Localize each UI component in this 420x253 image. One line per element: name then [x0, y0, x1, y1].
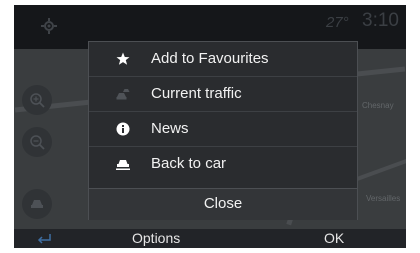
car-icon	[116, 160, 130, 170]
temperature-readout: 27°	[326, 14, 349, 31]
clock: 3:10	[362, 10, 399, 31]
menu-item-label: News	[151, 120, 189, 137]
star-icon	[116, 52, 130, 65]
info-icon	[116, 122, 130, 136]
nav-screen: 27° 3:10 Chesnay Versailles Options OK A…	[14, 5, 406, 248]
options-softkey[interactable]: Options	[132, 230, 180, 246]
menu-item-current-traffic[interactable]: Current traffic	[89, 77, 357, 112]
back-arrow-icon[interactable]	[36, 232, 52, 244]
gps-locate-icon[interactable]	[41, 18, 57, 34]
close-button-label: Close	[203, 195, 243, 212]
zoom-in-button[interactable]	[22, 85, 52, 115]
map-label-versailles: Versailles	[366, 194, 401, 203]
car-icon	[31, 200, 43, 208]
menu-item-add-to-favourites[interactable]: Add to Favourites	[89, 42, 357, 77]
traffic-icon	[116, 89, 130, 100]
vehicle-position-button[interactable]	[22, 189, 52, 219]
menu-item-label: Add to Favourites	[151, 50, 269, 67]
menu-item-news[interactable]: News	[89, 112, 357, 147]
zoom-out-button[interactable]	[22, 127, 52, 157]
options-menu: Add to Favourites Current traffic News B…	[88, 41, 358, 220]
zoom-out-icon	[30, 135, 45, 150]
ok-softkey[interactable]: OK	[324, 230, 344, 246]
menu-item-label: Back to car	[151, 155, 227, 172]
menu-item-label: Current traffic	[151, 85, 242, 102]
map-label-chesnay: Chesnay	[362, 101, 394, 110]
menu-item-back-to-car[interactable]: Back to car	[89, 147, 357, 181]
close-button[interactable]: Close	[89, 188, 357, 220]
zoom-in-icon	[30, 93, 45, 108]
bottom-softkey-bar: Options OK	[14, 229, 406, 248]
